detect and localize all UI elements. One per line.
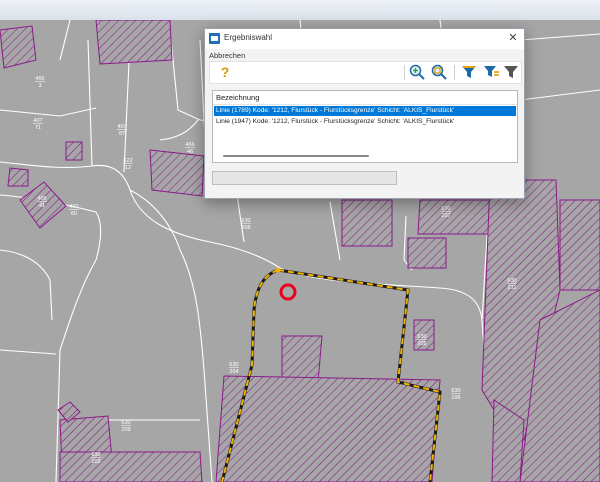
svg-text:208: 208 — [241, 225, 250, 231]
result-list[interactable]: Bezeichnung Linie (1789) Kode: '1212, Fl… — [212, 90, 518, 163]
parcel-label: 630211 — [507, 278, 517, 291]
parcel-label: 630205 — [417, 334, 427, 347]
svg-text:630: 630 — [241, 218, 250, 224]
svg-text:407: 407 — [33, 118, 42, 124]
toolbar-separator — [454, 65, 455, 80]
svg-text:630: 630 — [451, 388, 460, 394]
zoom-extent-icon[interactable] — [430, 63, 448, 81]
filter-add-icon[interactable] — [482, 63, 500, 81]
svg-text:209: 209 — [121, 427, 130, 433]
svg-text:196: 196 — [451, 395, 460, 401]
svg-text:466: 466 — [35, 76, 44, 82]
help-icon[interactable]: ? — [216, 63, 234, 81]
svg-text:71: 71 — [35, 125, 41, 131]
dialog-titlebar[interactable]: Ergebniswahl ✕ — [205, 29, 524, 49]
svg-text:205: 205 — [417, 341, 426, 347]
svg-text:622: 622 — [123, 158, 132, 164]
close-icon[interactable]: ✕ — [506, 31, 520, 45]
list-header-bezeichnung[interactable]: Bezeichnung — [216, 93, 259, 102]
svg-text:630: 630 — [91, 452, 100, 458]
svg-text:407: 407 — [69, 204, 78, 210]
svg-text:12: 12 — [125, 165, 131, 171]
progress-bar — [212, 171, 397, 185]
svg-text:60: 60 — [71, 211, 77, 217]
svg-text:87: 87 — [119, 131, 125, 137]
filter-clear-icon[interactable] — [502, 63, 520, 81]
parcel-label: 630209 — [121, 420, 131, 433]
ergebniswahl-dialog: Ergebniswahl ✕ Abbrechen ? Bezeichnung L… — [204, 28, 525, 199]
parcel-label: 630204 — [229, 362, 239, 375]
svg-text:630: 630 — [441, 206, 450, 212]
application-top-bar — [0, 0, 600, 21]
svg-text:407: 407 — [117, 124, 126, 130]
dialog-toolbar: ? — [209, 61, 522, 84]
toolbar-separator — [404, 65, 405, 80]
parcel-label: 630196 — [451, 388, 461, 401]
svg-text:3: 3 — [38, 83, 41, 89]
svg-text:630: 630 — [507, 278, 516, 284]
parcel-label: 630203 — [91, 452, 101, 465]
svg-text:211: 211 — [508, 285, 517, 291]
svg-text:466: 466 — [185, 142, 194, 148]
svg-text:207: 207 — [441, 213, 450, 219]
filter-icon[interactable] — [460, 63, 478, 81]
list-item[interactable]: Linie (1789) Kode: '1212, Flurstück - Fl… — [214, 106, 516, 116]
svg-text:466: 466 — [37, 196, 46, 202]
list-item[interactable]: Linie (1947) Kode: '1212, Flurstück - Fl… — [214, 117, 516, 127]
svg-text:41: 41 — [39, 203, 45, 209]
svg-text:630: 630 — [417, 334, 426, 340]
app-icon — [209, 33, 220, 44]
parcel-label: 630208 — [241, 218, 251, 231]
zoom-in-icon[interactable] — [408, 63, 426, 81]
parcel-label: 630207 — [441, 206, 451, 219]
cancel-menu-item[interactable]: Abbrechen — [209, 51, 245, 60]
dialog-title: Ergebniswahl — [224, 33, 273, 42]
svg-text:630: 630 — [229, 362, 238, 368]
svg-text:203: 203 — [91, 459, 100, 465]
horizontal-scrollbar[interactable] — [223, 155, 369, 157]
list-header-divider — [213, 104, 517, 105]
svg-text:46: 46 — [187, 149, 193, 155]
svg-text:630: 630 — [121, 420, 130, 426]
svg-text:204: 204 — [229, 369, 238, 375]
